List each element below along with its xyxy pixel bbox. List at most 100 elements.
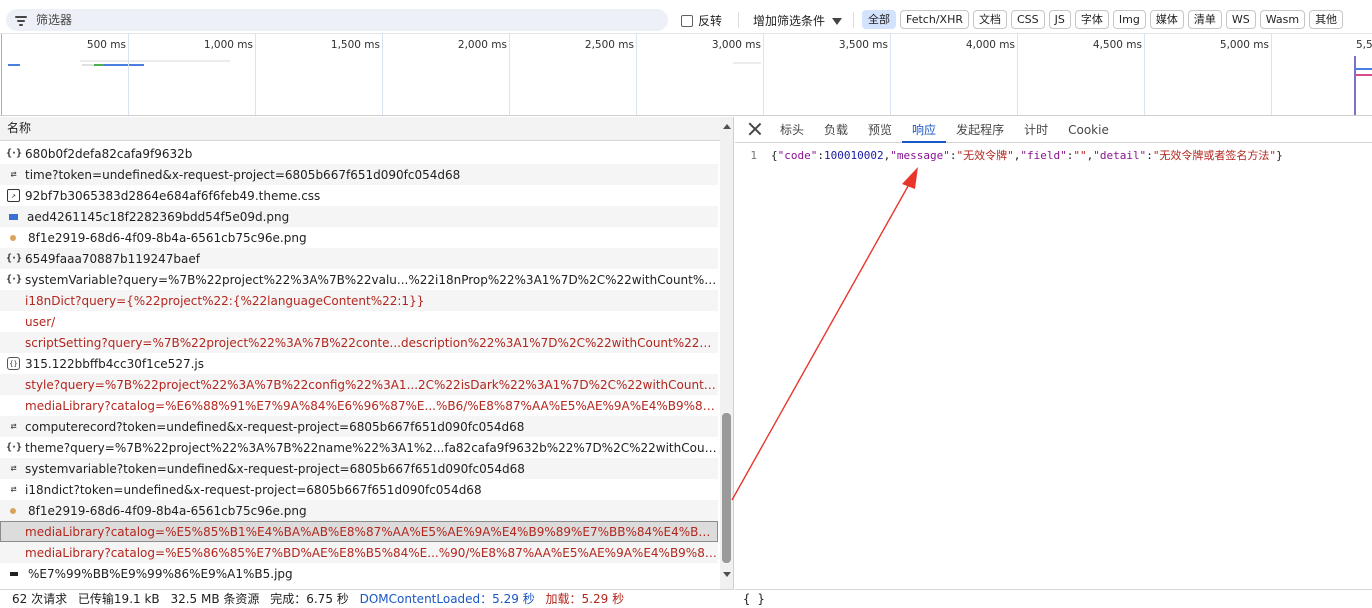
table-row[interactable]: %E7%99%BB%E9%99%86%E9%A1%B5.jpg <box>0 563 718 584</box>
filter-chip-4[interactable]: JS <box>1048 10 1071 29</box>
tab-3[interactable]: 响应 <box>902 117 947 143</box>
overview-tick-label: 3,500 ms <box>838 39 888 51</box>
filter-chip-11[interactable]: 其他 <box>1309 10 1344 29</box>
tab-4[interactable]: 发起程序 <box>946 117 1014 143</box>
response-json: {"code":100010002,"message":"无效令牌","fiel… <box>771 147 1283 163</box>
table-row[interactable]: {·} systemVariable?query=%7B%22project%22… <box>0 269 718 290</box>
filter-input[interactable] <box>36 13 636 27</box>
resource-type-filters: 全部 Fetch/XHR 文档 CSS JS 字体 Img 媒体 清单 WS Wasm 其他 <box>862 10 1344 29</box>
overview-gridline <box>763 34 764 115</box>
request-name: scriptSetting?query=%7B%22project%22%3A%… <box>25 335 718 350</box>
table-row[interactable]: style?query=%7B%22project%22%3A%7B%22con… <box>0 374 718 395</box>
request-name: i18nDict?query={%22project%22:{%22langua… <box>25 293 425 308</box>
filter-chip-0[interactable]: 全部 <box>862 10 896 29</box>
table-row[interactable]: {·} 680b0f2defa82cafa9f9632b <box>0 143 718 164</box>
filter-box[interactable] <box>6 9 668 31</box>
overview-gridline <box>1144 34 1145 115</box>
more-filters-dropdown[interactable]: 增加筛选条件 <box>753 12 843 29</box>
request-name: computerecord?token=undefined&x-request-… <box>25 419 525 434</box>
tab-5[interactable]: 计时 <box>1014 117 1058 143</box>
image-thumb-icon <box>10 234 16 241</box>
request-name: 6549faaa70887b119247baef <box>25 251 201 266</box>
overview-tick-label: 5,000 ms <box>1219 39 1269 51</box>
invert-checkbox[interactable]: 反转 <box>681 12 722 29</box>
table-row[interactable]: ⇄ computerecord?token=undefined&x-request… <box>0 416 718 437</box>
table-row[interactable]: aed4261145c18f2282369bdd54f5e09d.png <box>0 206 718 227</box>
table-row[interactable]: mediaLibrary?catalog=%E6%88%91%E7%9A%84%… <box>0 395 718 416</box>
table-row[interactable]: {} 315.122bbffb4cc30f1ce527.js <box>0 353 718 374</box>
line-number: 1 <box>750 148 757 162</box>
request-name: systemvariable?token=undefined&x-request… <box>25 461 525 476</box>
table-row[interactable]: scriptSetting?query=%7B%22project%22%3A%… <box>0 332 718 353</box>
table-row[interactable]: mediaLibrary?catalog=%E5%86%85%E7%BD%AE%… <box>0 542 718 563</box>
tab-2[interactable]: 预览 <box>858 117 902 143</box>
dom-content-loaded-time: DOMContentLoaded：5.29 秒 <box>359 592 535 606</box>
json-token: } <box>1276 149 1283 162</box>
table-row-selected[interactable]: mediaLibrary?catalog=%E5%85%B1%E4%BA%AB%… <box>0 521 718 542</box>
load-time: 加载：5.29 秒 <box>545 592 625 606</box>
tab-0[interactable]: 标头 <box>770 117 814 143</box>
table-row[interactable]: 8f1e2919-68d6-4f09-8b4a-6561cb75c96e.png <box>0 500 718 521</box>
dropdown-arrow-icon <box>832 17 843 25</box>
overview-tick-label: 500 ms <box>86 39 126 51</box>
request-detail-pane: 标头 负载 预览 响应 发起程序 计时 Cookie 1 {"code":100010002… <box>735 117 1372 608</box>
table-row[interactable]: ⇄ systemvariable?token=undefined&x-reques… <box>0 458 718 479</box>
table-row[interactable]: 8f1e2919-68d6-4f09-8b4a-6561cb75c96e.png <box>0 227 718 248</box>
more-filters-label: 增加筛选条件 <box>753 14 826 28</box>
name-column-header[interactable]: 名称 <box>0 117 720 141</box>
filter-chip-6[interactable]: Img <box>1112 10 1146 29</box>
overview-tick-label: 4,500 ms <box>1092 39 1142 51</box>
filter-chip-7[interactable]: 媒体 <box>1149 10 1184 29</box>
request-name: %E7%99%BB%E9%99%86%E9%A1%B5.jpg <box>28 566 293 581</box>
image-icon <box>9 213 18 220</box>
table-row[interactable]: {·} 6549faaa70887b119247baef <box>0 248 718 269</box>
table-row[interactable]: ↗ 92bf7b3065383d2864e684af6f6feb49.theme.… <box>0 185 718 206</box>
json-token: "无效令牌或者签名方法" <box>1152 149 1277 162</box>
table-row[interactable]: i18nDict?query={%22project%22:{%22langua… <box>0 290 718 311</box>
overview-window-handle[interactable] <box>1 34 5 115</box>
request-name: 680b0f2defa82cafa9f9632b <box>25 146 193 161</box>
js-file-icon: {} <box>7 357 20 370</box>
close-icon[interactable] <box>748 122 762 136</box>
overview-gridline <box>255 34 256 115</box>
json-token: : <box>1146 149 1153 162</box>
request-count: 62 次请求 <box>12 592 68 606</box>
request-list-scrollbar[interactable] <box>720 117 733 589</box>
filter-chip-2[interactable]: 文档 <box>972 10 1007 29</box>
finish-time: 完成：6.75 秒 <box>270 592 349 606</box>
json-icon: {·} <box>5 442 22 453</box>
request-name: 8f1e2919-68d6-4f09-8b4a-6561cb75c96e.png <box>28 230 307 245</box>
divider <box>738 12 739 28</box>
filter-chip-5[interactable]: 字体 <box>1074 10 1109 29</box>
overview-gridline <box>1271 34 1272 115</box>
devtools-network-panel: 反转 增加筛选条件 全部Fetch/XHR文档CSSJS字体Img媒体清单WSW… <box>0 0 1372 608</box>
overview-request-bar <box>104 64 144 66</box>
json-token: : <box>817 149 824 162</box>
filter-chip-1[interactable]: Fetch/XHR <box>900 10 969 29</box>
tab-1[interactable]: 负载 <box>814 117 858 143</box>
overview-tick-label: 3,000 ms <box>711 39 761 51</box>
code-line: 1 {"code":100010002,"message":"无效令牌","fi… <box>735 147 1372 163</box>
table-row[interactable]: ⇄ i18ndict?token=undefined&x-request-proj… <box>0 479 718 500</box>
table-row[interactable]: user/ <box>0 311 718 332</box>
scroll-down-icon[interactable] <box>723 572 731 577</box>
pretty-print-button[interactable]: { } <box>743 592 765 606</box>
filter-chip-3[interactable]: CSS <box>1010 10 1045 29</box>
filter-chip-8[interactable]: 清单 <box>1187 10 1222 29</box>
json-token: "message" <box>890 149 950 162</box>
request-name: aed4261145c18f2282369bdd54f5e09d.png <box>27 209 290 224</box>
network-overview-timeline[interactable]: 500 ms 1,000 ms 1,500 ms 2,000 ms 2,500 ms 3,… <box>0 34 1372 116</box>
request-rows: {·} 680b0f2defa82cafa9f9632b ⇄ time?token=u… <box>0 143 718 584</box>
table-row[interactable]: {·} theme?query=%7B%22project%22%3A%7B%22… <box>0 437 718 458</box>
filter-icon <box>15 14 29 26</box>
overview-tick-label: 4,000 ms <box>965 39 1015 51</box>
response-viewer[interactable]: 1 {"code":100010002,"message":"无效令牌","fi… <box>735 147 1372 163</box>
scroll-up-icon[interactable] <box>723 124 731 129</box>
tab-6[interactable]: Cookie <box>1058 117 1119 143</box>
filter-chip-9[interactable]: WS <box>1225 10 1256 29</box>
filter-chip-10[interactable]: Wasm <box>1259 10 1306 29</box>
scrollbar-thumb[interactable] <box>722 413 731 563</box>
checkbox-icon[interactable] <box>681 14 693 27</box>
table-row[interactable]: ⇄ time?token=undefined&x-request-project=… <box>0 164 718 185</box>
xhr-icon: ⇄ <box>10 484 17 495</box>
